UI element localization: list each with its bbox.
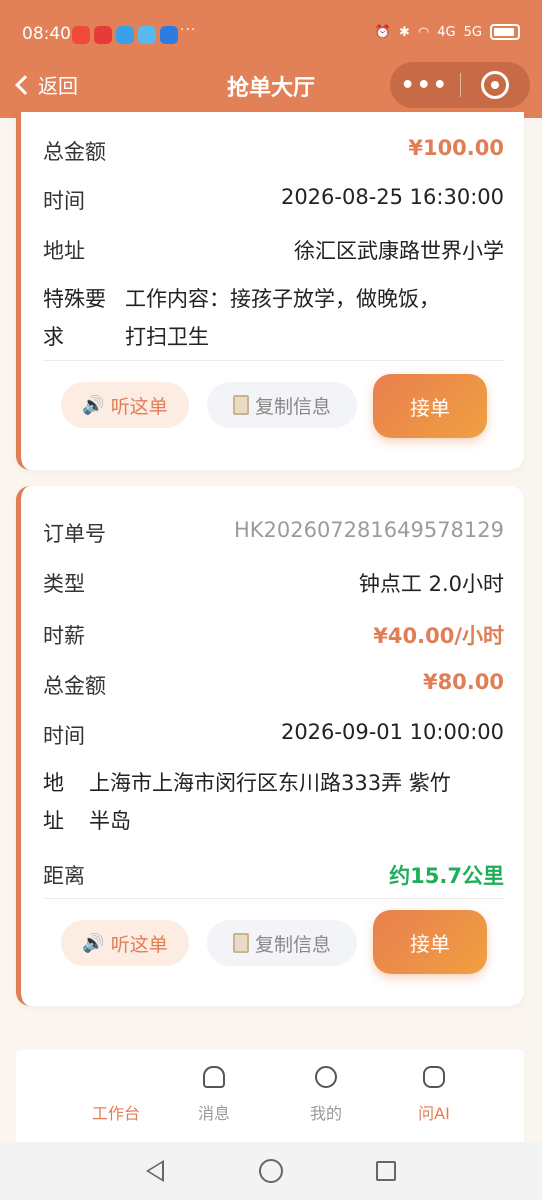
notification-icons bbox=[72, 26, 178, 44]
time-label: 时间 bbox=[43, 724, 85, 748]
divider bbox=[43, 898, 504, 899]
address-row: 地址 徐汇区武康路世界小学 bbox=[43, 235, 504, 265]
tab-label: 消息 bbox=[197, 1104, 230, 1123]
tab-ask-ai[interactable]: 问AI bbox=[384, 1066, 484, 1124]
tab-bar: 工作台 消息 我的 问AI bbox=[16, 1050, 524, 1142]
order-id-row: 订单号 HK202607281649578129 bbox=[43, 518, 504, 548]
type-value: 钟点工 2.0小时 bbox=[358, 572, 504, 596]
user-icon bbox=[315, 1066, 337, 1088]
app-icon bbox=[116, 26, 134, 44]
clipboard-icon bbox=[232, 395, 249, 415]
app-icon bbox=[94, 26, 112, 44]
address-label: 地址 bbox=[43, 239, 85, 263]
back-triangle-icon[interactable] bbox=[146, 1160, 164, 1182]
alarm-icon: ⏰ bbox=[374, 24, 392, 40]
tab-label: 问AI bbox=[418, 1104, 450, 1123]
listen-label: 听这单 bbox=[110, 933, 168, 956]
type-row: 类型 钟点工 2.0小时 bbox=[43, 568, 504, 598]
speaker-icon: 🔊 bbox=[82, 932, 105, 954]
take-order-label: 接单 bbox=[410, 931, 450, 956]
time-row: 时间 2026-09-01 10:00:00 bbox=[43, 720, 504, 750]
time-value: 2026-09-01 10:00:00 bbox=[280, 720, 504, 744]
address-value: 徐汇区武康路世界小学 bbox=[294, 239, 504, 263]
distance-value: 约15.7公里 bbox=[389, 864, 504, 888]
total-label: 总金额 bbox=[43, 140, 106, 164]
time-row: 时间 2026-08-25 16:30:00 bbox=[43, 185, 504, 215]
recents-square-icon[interactable] bbox=[376, 1161, 396, 1181]
special-label: 特殊要 求 bbox=[43, 287, 106, 349]
status-right: ⏰ ✱ ◠ 4G 5G bbox=[375, 24, 520, 40]
copy-info-button[interactable]: 复制信息 bbox=[207, 382, 357, 428]
close-button[interactable] bbox=[461, 71, 531, 99]
workbench-icon bbox=[105, 1066, 127, 1088]
total-row: 总金额 ¥100.00 bbox=[43, 136, 504, 166]
battery-icon bbox=[490, 24, 520, 40]
nav-bar: 返回 抢单大厅 ••• bbox=[0, 62, 542, 110]
special-row: 特殊要 求 工作内容：接孩子放学，做晚饭， 打扫卫生 bbox=[43, 280, 504, 356]
home-circle-icon[interactable] bbox=[259, 1159, 283, 1183]
clipboard-icon bbox=[232, 933, 249, 953]
copy-label: 复制信息 bbox=[254, 933, 331, 956]
more-button[interactable]: ••• bbox=[390, 73, 460, 98]
take-order-button[interactable]: 接单 bbox=[373, 910, 487, 974]
status-bar: 08:40 ··· ⏰ ✱ ◠ 4G 5G bbox=[0, 0, 542, 66]
distance-label: 距离 bbox=[43, 864, 85, 888]
app-icon bbox=[160, 26, 178, 44]
tab-label: 工作台 bbox=[91, 1104, 140, 1123]
type-label: 类型 bbox=[43, 572, 85, 596]
time-value: 2026-08-25 16:30:00 bbox=[280, 185, 504, 209]
special-value: 工作内容：接孩子放学，做晚饭， 打扫卫生 bbox=[125, 287, 440, 349]
speaker-icon: 🔊 bbox=[82, 394, 105, 416]
listen-button[interactable]: 🔊 听这单 bbox=[61, 920, 189, 966]
total-row: 总金额 ¥80.00 bbox=[43, 670, 504, 700]
tab-profile[interactable]: 我的 bbox=[276, 1066, 376, 1124]
address-value: 上海市上海市闵行区东川路333弄 紫竹 半岛 bbox=[89, 771, 451, 833]
time-label: 时间 bbox=[43, 189, 85, 213]
divider bbox=[43, 360, 504, 361]
total-value: ¥80.00 bbox=[422, 670, 504, 694]
app-header: 08:40 ··· ⏰ ✱ ◠ 4G 5G 返回 抢单大厅 ••• bbox=[0, 0, 542, 118]
target-icon bbox=[481, 71, 510, 99]
take-order-label: 接单 bbox=[410, 395, 450, 420]
rate-value: ¥40.00/小时 bbox=[373, 624, 504, 648]
take-order-button[interactable]: 接单 bbox=[373, 374, 487, 438]
listen-button[interactable]: 🔊 听这单 bbox=[61, 382, 189, 428]
copy-info-button[interactable]: 复制信息 bbox=[207, 920, 357, 966]
status-time: 08:40 bbox=[22, 24, 71, 44]
total-value: ¥100.00 bbox=[408, 136, 504, 160]
order-card: 订单号 HK202607281649578129 类型 钟点工 2.0小时 时薪… bbox=[16, 486, 524, 1006]
app-icon bbox=[72, 26, 90, 44]
address-label: 地 址 bbox=[43, 771, 64, 833]
rate-label: 时薪 bbox=[43, 624, 85, 648]
distance-row: 距离 约15.7公里 bbox=[43, 860, 504, 890]
bluetooth-icon: ✱ bbox=[399, 24, 410, 40]
address-row: 地 址 上海市上海市闵行区东川路333弄 紫竹 半岛 bbox=[43, 764, 504, 840]
listen-label: 听这单 bbox=[110, 395, 168, 418]
wifi-icon: ◠ bbox=[417, 24, 430, 40]
tab-label: 我的 bbox=[309, 1104, 342, 1123]
more-notifications: ··· bbox=[180, 22, 197, 38]
signal-5g: 5G bbox=[463, 24, 482, 40]
mini-program-capsule: ••• bbox=[390, 62, 530, 108]
order-card: 总金额 ¥100.00 时间 2026-08-25 16:30:00 地址 徐汇… bbox=[16, 112, 524, 470]
rate-row: 时薪 ¥40.00/小时 bbox=[43, 620, 504, 650]
order-id-label: 订单号 bbox=[43, 522, 106, 546]
signal-4g: 4G bbox=[437, 24, 456, 40]
app-icon bbox=[138, 26, 156, 44]
tab-workbench[interactable]: 工作台 bbox=[66, 1066, 166, 1124]
chat-icon bbox=[423, 1066, 445, 1088]
copy-label: 复制信息 bbox=[254, 395, 331, 418]
bell-icon bbox=[203, 1066, 225, 1088]
order-id-value: HK202607281649578129 bbox=[233, 518, 504, 542]
total-label: 总金额 bbox=[43, 674, 106, 698]
system-nav-bar bbox=[0, 1142, 542, 1200]
tab-messages[interactable]: 消息 bbox=[164, 1066, 264, 1124]
